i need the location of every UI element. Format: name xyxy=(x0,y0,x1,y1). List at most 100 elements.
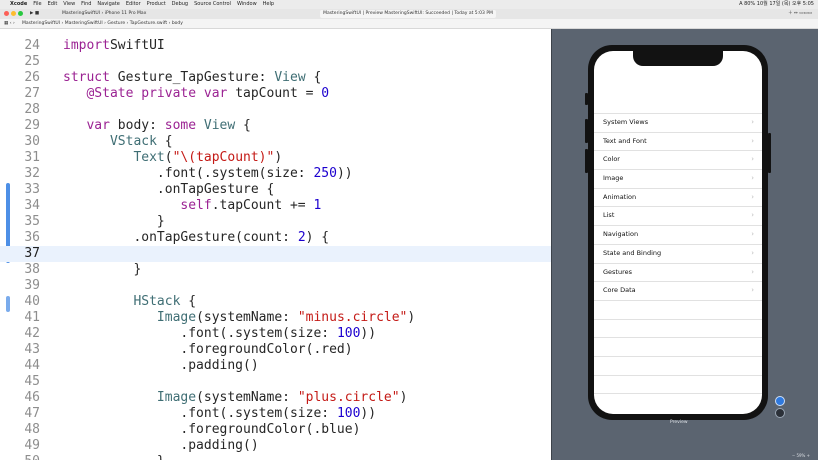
list-item[interactable]: Animation › xyxy=(594,187,762,207)
code-line[interactable]: 43 .foregroundColor(.red) xyxy=(0,342,551,358)
code-text[interactable]: HStack { xyxy=(63,294,196,310)
zoom-control[interactable]: − 59% + xyxy=(792,453,810,458)
code-text[interactable]: .padding() xyxy=(63,358,258,374)
code-line[interactable]: 31 Text("\(tapCount)") xyxy=(0,150,551,166)
code-line[interactable]: 50 } xyxy=(0,454,551,460)
code-text[interactable]: .onTapGesture(count: 2) { xyxy=(63,230,329,246)
code-text[interactable]: @State private var tapCount = 0 xyxy=(63,86,329,102)
menu-item[interactable]: Editor xyxy=(126,1,141,7)
zoom-window-button[interactable] xyxy=(18,11,23,16)
code-text[interactable]: struct Gesture_TapGesture: View { xyxy=(63,70,321,86)
code-text[interactable]: .font(.system(size: 250)) xyxy=(63,166,353,182)
grid-icon[interactable]: ▦ xyxy=(4,21,8,26)
breadcrumb[interactable]: MasteringSwiftUI › MasteringSwiftUI › Ge… xyxy=(22,19,183,28)
breadcrumb-item[interactable]: MasteringSwiftUI xyxy=(22,21,60,26)
stop-icon[interactable]: ■ xyxy=(35,11,39,16)
menu-item[interactable]: Edit xyxy=(48,1,58,7)
play-icon[interactable]: ▶ xyxy=(30,11,33,16)
list-item[interactable]: Gestures › xyxy=(594,262,762,282)
code-text[interactable]: } xyxy=(63,262,141,278)
scheme-selector[interactable]: MasteringSwiftUI › iPhone 11 Pro Max xyxy=(62,9,146,19)
menu-item[interactable]: Find xyxy=(81,1,91,7)
code-line[interactable]: 38 } xyxy=(0,262,551,278)
preview-canvas[interactable]: System Views › Text and Font › Color › Image › A… xyxy=(551,29,818,460)
list-item[interactable]: List › xyxy=(594,206,762,225)
code-line[interactable]: 49 .padding() xyxy=(0,438,551,454)
code-text[interactable]: } xyxy=(63,214,165,230)
code-line[interactable]: 28 xyxy=(0,102,551,118)
current-line[interactable]: 37 xyxy=(0,246,551,262)
forward-icon[interactable]: › xyxy=(13,21,15,26)
zoom-out-icon[interactable]: − xyxy=(792,453,795,458)
menu-item[interactable]: Debug xyxy=(172,1,188,7)
code-line[interactable]: 46 Image(systemName: "plus.circle") xyxy=(0,390,551,406)
code-editor[interactable]: 24 importSwiftUI 25 26 struct Gesture_TapGes… xyxy=(0,29,551,460)
list-item[interactable]: Core Data › xyxy=(594,281,762,300)
code-text[interactable]: var body: some View { xyxy=(63,118,250,134)
list-item[interactable]: Navigation › xyxy=(594,225,762,244)
menu-item[interactable]: Xcode xyxy=(10,1,27,7)
close-window-button[interactable] xyxy=(4,11,9,16)
breadcrumb-item[interactable]: body xyxy=(172,21,183,26)
code-line[interactable]: 34 self.tapCount += 1 xyxy=(0,198,551,214)
menu-item[interactable]: Navigate xyxy=(97,1,119,7)
inspect-preview-button[interactable] xyxy=(775,408,785,418)
code-line[interactable]: 47 .font(.system(size: 100)) xyxy=(0,406,551,422)
code-text[interactable]: .foregroundColor(.blue) xyxy=(63,422,360,438)
scheme-name[interactable]: MasteringSwiftUI xyxy=(62,11,100,16)
breadcrumb-item[interactable]: Gesture xyxy=(107,21,125,26)
run-stop-buttons[interactable]: ▶ ■ xyxy=(30,9,39,19)
code-line[interactable]: 42 .font(.system(size: 100)) xyxy=(0,326,551,342)
code-text[interactable]: .font(.system(size: 100)) xyxy=(63,406,376,422)
list-item[interactable]: System Views › xyxy=(594,113,762,132)
code-line[interactable]: 41 Image(systemName: "minus.circle") xyxy=(0,310,551,326)
phone-screen[interactable]: System Views › Text and Font › Color › Image › A… xyxy=(594,51,762,414)
jump-bar-nav[interactable]: ▦ ‹ › xyxy=(4,19,15,28)
toolbar-right-buttons[interactable]: ＋ ↔ ▭▭▭ xyxy=(788,9,812,19)
code-text[interactable]: .foregroundColor(.red) xyxy=(63,342,352,358)
breadcrumb-item[interactable]: TapGesture.swift xyxy=(130,21,167,26)
live-preview-button[interactable] xyxy=(775,396,785,406)
minimize-window-button[interactable] xyxy=(11,11,16,16)
code-line[interactable]: 35 } xyxy=(0,214,551,230)
code-text[interactable]: Image(systemName: "plus.circle") xyxy=(63,390,407,406)
list-item[interactable]: Text and Font › xyxy=(594,131,762,151)
breadcrumb-item[interactable]: MasteringSwiftUI xyxy=(65,21,103,26)
zoom-in-icon[interactable]: + xyxy=(807,453,810,458)
list-item[interactable]: State and Binding › xyxy=(594,243,762,263)
code-line[interactable]: 39 xyxy=(0,278,551,294)
code-line[interactable]: 36 .onTapGesture(count: 2) { xyxy=(0,230,551,246)
code-line[interactable]: 29 var body: some View { xyxy=(0,118,551,134)
back-icon[interactable]: ‹ xyxy=(10,21,12,26)
menu-item[interactable]: View xyxy=(63,1,75,7)
code-text[interactable]: .font(.system(size: 100)) xyxy=(63,326,376,342)
list-item[interactable]: Color › xyxy=(594,150,762,169)
code-line[interactable]: 24 importSwiftUI xyxy=(0,38,551,54)
code-text[interactable]: } xyxy=(63,454,165,460)
library-icon[interactable]: ＋ xyxy=(788,11,793,16)
code-line[interactable]: 26 struct Gesture_TapGesture: View { xyxy=(0,70,551,86)
list-item[interactable]: Image › xyxy=(594,169,762,188)
code-line[interactable]: 33 .onTapGesture { xyxy=(0,182,551,198)
menu-item[interactable]: Product xyxy=(147,1,166,7)
code-text[interactable]: .padding() xyxy=(63,438,258,454)
menu-item[interactable]: Window xyxy=(237,1,257,7)
code-line[interactable]: 32 .font(.system(size: 250)) xyxy=(0,166,551,182)
code-line[interactable]: 45 xyxy=(0,374,551,390)
code-line[interactable]: 44 .padding() xyxy=(0,358,551,374)
code-text[interactable]: VStack { xyxy=(63,134,173,150)
code-line[interactable]: 30 VStack { xyxy=(0,134,551,150)
code-text[interactable]: self.tapCount += 1 xyxy=(63,198,321,214)
code-line[interactable]: 27 @State private var tapCount = 0 xyxy=(0,86,551,102)
code-text[interactable]: Text("\(tapCount)") xyxy=(63,150,282,166)
device-name[interactable]: iPhone 11 Pro Max xyxy=(105,11,147,16)
menu-item[interactable]: Help xyxy=(263,1,274,7)
code-line[interactable]: 48 .foregroundColor(.blue) xyxy=(0,422,551,438)
review-icon[interactable]: ↔ xyxy=(794,11,798,16)
menu-item[interactable]: Source Control xyxy=(194,1,231,7)
menu-item[interactable]: File xyxy=(33,1,41,7)
code-text[interactable]: .onTapGesture { xyxy=(63,182,274,198)
code-line[interactable]: 25 xyxy=(0,54,551,70)
code-text[interactable]: Image(systemName: "minus.circle") xyxy=(63,310,415,326)
panels-icon[interactable]: ▭▭▭ xyxy=(799,11,812,16)
